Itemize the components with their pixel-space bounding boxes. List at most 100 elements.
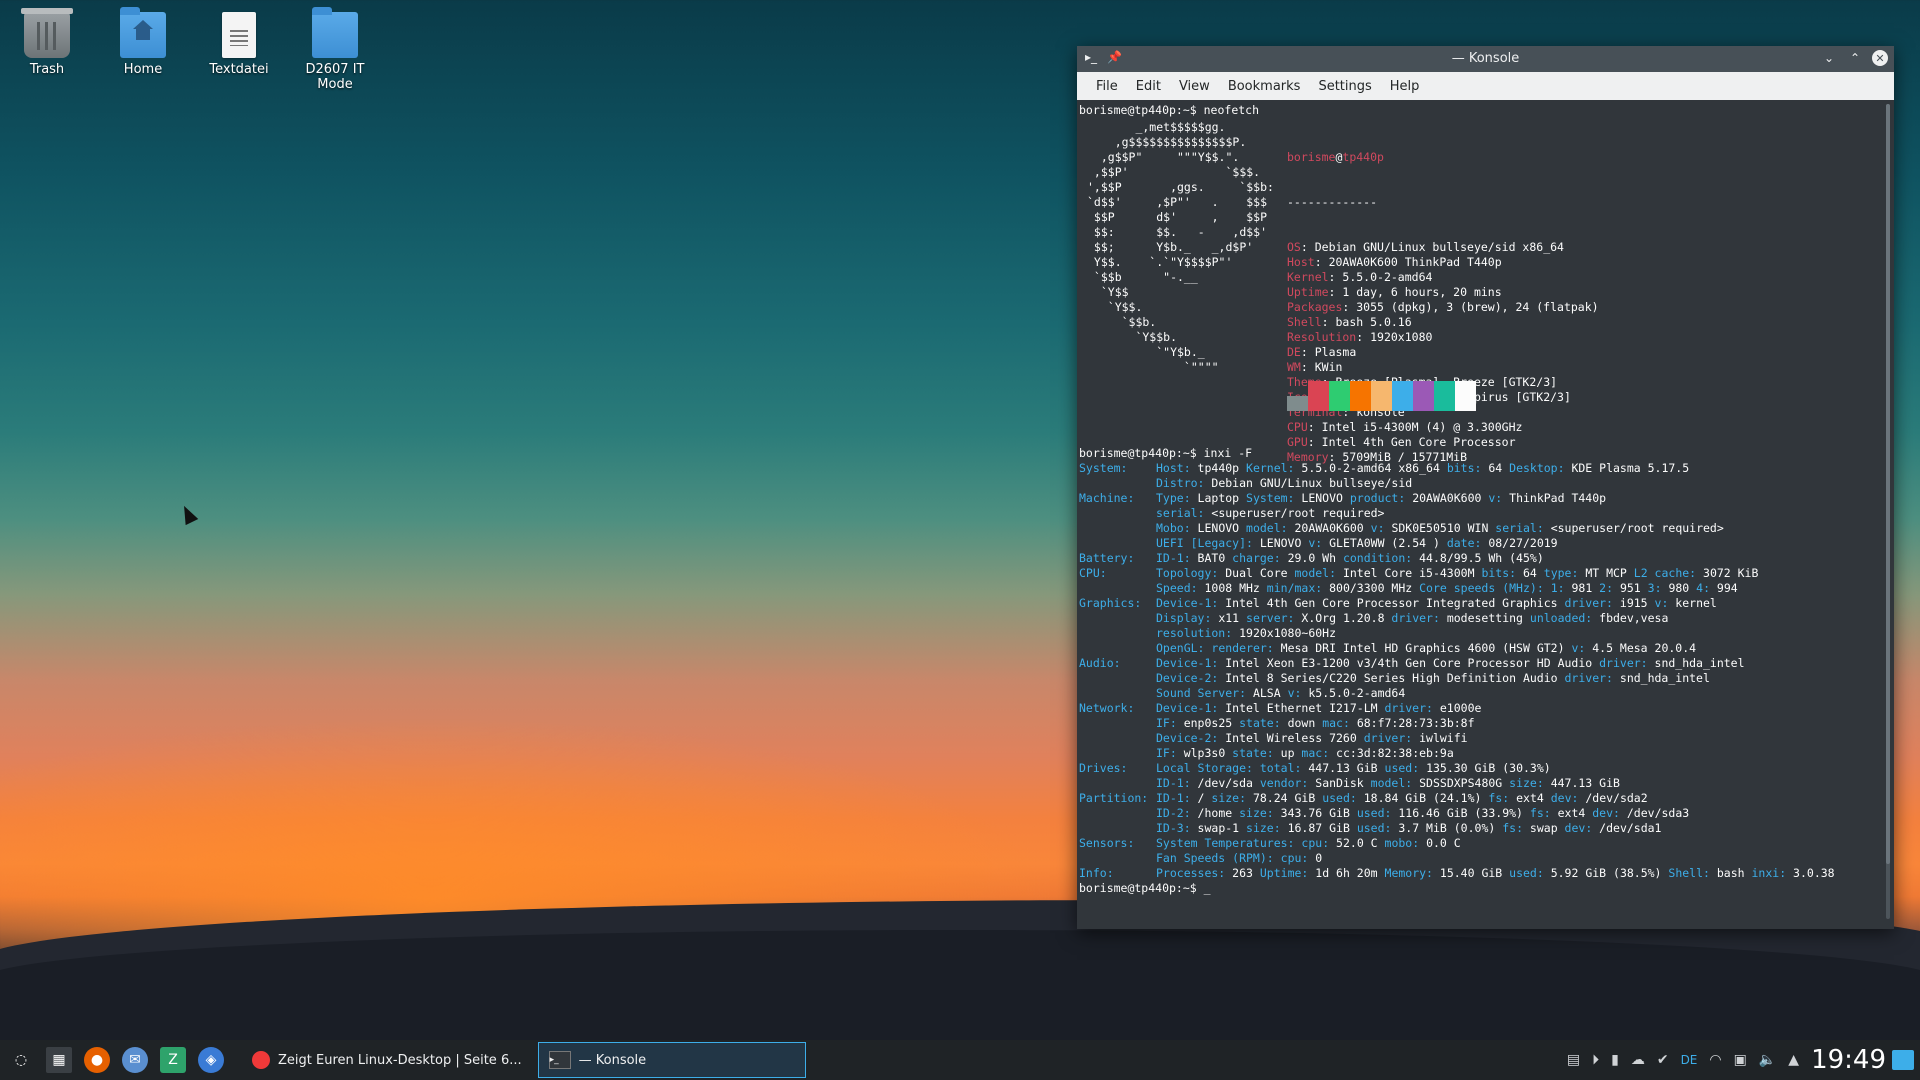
inxi-value: 116.46 GiB (33.9%) xyxy=(1391,806,1530,820)
menu-bookmarks[interactable]: Bookmarks xyxy=(1219,79,1310,94)
volume-icon[interactable]: 🔈 xyxy=(1759,1052,1776,1068)
inxi-value: 1d 6h 20m xyxy=(1308,866,1385,880)
firefox-icon[interactable]: ● xyxy=(84,1047,110,1073)
menu-file[interactable]: File xyxy=(1087,79,1127,94)
keyboard-layout[interactable]: DE xyxy=(1681,1053,1698,1067)
mail-client-icon[interactable]: ◈ xyxy=(198,1047,224,1073)
logo-line: $$: $$. - ,d$$' xyxy=(1087,225,1268,239)
inxi-key: L2 cache: xyxy=(1633,566,1697,580)
maximize-button[interactable]: ⌃ xyxy=(1846,49,1864,67)
inxi-key: v: xyxy=(1571,641,1586,655)
inxi-key: Host: xyxy=(1156,461,1191,475)
inxi-key: dev: xyxy=(1592,806,1620,820)
konsole-window[interactable]: ▸_ 📌 — Konsole ⌄ ⌃ ✕ File Edit View Book… xyxy=(1077,46,1894,929)
desktop-icon-d2607[interactable]: D2607 IT Mode xyxy=(295,4,375,92)
inxi-value: Intel 8 Series/C220 Series High Definiti… xyxy=(1218,671,1565,685)
scrollbar-thumb[interactable] xyxy=(1886,104,1890,864)
terminal-area[interactable]: borisme@tp440p:~$ neofetch _,met$$$$$gg.… xyxy=(1077,100,1880,929)
app-launcher-debian-icon[interactable]: ◌ xyxy=(8,1047,34,1073)
inxi-key: mac: xyxy=(1322,716,1350,730)
inxi-section: System: xyxy=(1079,461,1128,475)
inxi-row: Device-2: Intel 8 Series/C220 Series Hig… xyxy=(1079,671,1835,686)
inxi-key: charge: xyxy=(1232,551,1281,565)
inxi-value: X.Org 1.20.8 xyxy=(1294,611,1392,625)
inxi-value: Intel Core i5-4300M xyxy=(1336,566,1482,580)
desktop-icon-trash[interactable]: Trash xyxy=(7,4,87,77)
chevron-up-icon[interactable]: ▲ xyxy=(1788,1052,1799,1068)
close-button[interactable]: ✕ xyxy=(1872,50,1888,66)
inxi-value: cc:3d:82:38:eb:9a xyxy=(1329,746,1454,760)
terminal-scrollbar[interactable] xyxy=(1886,104,1890,919)
inxi-key: ID-3: xyxy=(1156,821,1191,835)
info-row: CPU: Intel i5-4300M (4) @ 3.300GHz xyxy=(1287,420,1523,434)
inxi-value: enp0s25 xyxy=(1176,716,1240,730)
logo-line: ,g$$P" """Y$$.". xyxy=(1087,150,1240,164)
inxi-key: Memory: xyxy=(1384,866,1433,880)
inxi-row: Partition: ID-1: / size: 78.24 GiB used: … xyxy=(1079,791,1835,806)
text-file-icon xyxy=(222,12,256,58)
inxi-value: 44.8/99.5 Wh (45%) xyxy=(1412,551,1544,565)
info-key: Uptime xyxy=(1287,285,1329,299)
inxi-key: 2: xyxy=(1599,581,1614,595)
desktop-icon-label: Trash xyxy=(29,62,65,77)
color-swatch xyxy=(1371,381,1392,411)
inxi-key: Shell: xyxy=(1668,866,1710,880)
inxi-key: Device-1: xyxy=(1156,656,1219,670)
inxi-key: used: xyxy=(1356,821,1392,835)
clipboard-icon[interactable]: ▣ xyxy=(1734,1052,1747,1068)
checkmark-icon[interactable]: ✔ xyxy=(1657,1052,1669,1068)
inxi-section: Sensors: xyxy=(1079,836,1135,850)
inxi-key: Uptime: xyxy=(1259,866,1309,880)
inxi-value: e1000e xyxy=(1432,701,1482,715)
inxi-key: Sound Server: xyxy=(1156,686,1247,700)
zim-icon[interactable]: Z xyxy=(160,1047,186,1073)
pager-icon[interactable]: ▦ xyxy=(46,1047,72,1073)
info-value: bash 5.0.16 xyxy=(1335,315,1412,329)
inxi-key: ID-1: xyxy=(1156,776,1191,790)
inxi-key: vendor: xyxy=(1259,776,1309,790)
updates-icon[interactable]: ☁ xyxy=(1631,1052,1645,1068)
inxi-key: inxi: xyxy=(1751,866,1787,880)
inxi-row: Display: x11 server: X.Org 1.20.8 driver… xyxy=(1079,611,1835,626)
menu-help[interactable]: Help xyxy=(1381,79,1429,94)
media-player-icon[interactable]: ⏵ xyxy=(1592,1052,1599,1068)
inxi-key: bits: xyxy=(1481,566,1517,580)
clock[interactable]: 19:49 xyxy=(1811,1045,1886,1075)
inxi-key: Local Storage: xyxy=(1156,761,1253,775)
info-row: Kernel: 5.5.0-2-amd64 xyxy=(1287,270,1433,284)
show-desktop-button[interactable] xyxy=(1892,1050,1914,1070)
notes-icon[interactable]: ▤ xyxy=(1567,1052,1580,1068)
inxi-row: resolution: 1920x1080~60Hz xyxy=(1079,626,1835,641)
minimize-button[interactable]: ⌄ xyxy=(1820,49,1838,67)
color-swatch xyxy=(1392,381,1413,411)
task-browser[interactable]: Zeigt Euren Linux-Desktop | Seite 6... xyxy=(242,1042,532,1078)
logo-line: ,g$$$$$$$$$$$$$$$P. xyxy=(1087,135,1247,149)
menu-settings[interactable]: Settings xyxy=(1309,79,1380,94)
inxi-key: model: xyxy=(1294,566,1337,580)
inxi-value: Laptop xyxy=(1190,491,1247,505)
desktop-icon-textdatei[interactable]: Textdatei xyxy=(199,4,279,77)
debian-ascii-logo: _,met$$$$$gg. ,g$$$$$$$$$$$$$$$P. ,g$$P"… xyxy=(1087,120,1274,375)
inxi-value: 343.76 GiB xyxy=(1273,806,1357,820)
desktop-icon-home[interactable]: Home xyxy=(103,4,183,77)
menu-view[interactable]: View xyxy=(1170,79,1219,94)
inxi-value: 20AWA0K600 xyxy=(1287,521,1371,535)
inxi-value: 18.84 GiB (24.1%) xyxy=(1356,791,1489,805)
inxi-value: bash xyxy=(1709,866,1752,880)
inxi-key: size: xyxy=(1509,776,1544,790)
inxi-value: swap-1 xyxy=(1190,821,1247,835)
thunderbird-icon[interactable]: ✉ xyxy=(122,1047,148,1073)
inxi-key: state: xyxy=(1232,746,1274,760)
logo-line: ',$$P ,ggs. `$$b: xyxy=(1087,180,1274,194)
task-konsole[interactable]: ▸_ — Konsole xyxy=(537,1042,806,1078)
menu-edit[interactable]: Edit xyxy=(1127,79,1170,94)
logo-line: `d$$' ,$P"' . $$$ xyxy=(1087,195,1268,209)
inxi-value: 08/27/2019 xyxy=(1481,536,1558,550)
wifi-icon[interactable]: ◠ xyxy=(1709,1052,1721,1068)
inxi-section: Partition: xyxy=(1079,791,1149,805)
inxi-value: 981 xyxy=(1564,581,1600,595)
window-titlebar[interactable]: ▸_ 📌 — Konsole ⌄ ⌃ ✕ xyxy=(1077,46,1894,72)
inxi-section: Machine: xyxy=(1079,491,1135,505)
battery-icon[interactable]: ▮ xyxy=(1611,1052,1619,1068)
prompt-current[interactable]: borisme@tp440p:~$ _ xyxy=(1079,881,1835,896)
